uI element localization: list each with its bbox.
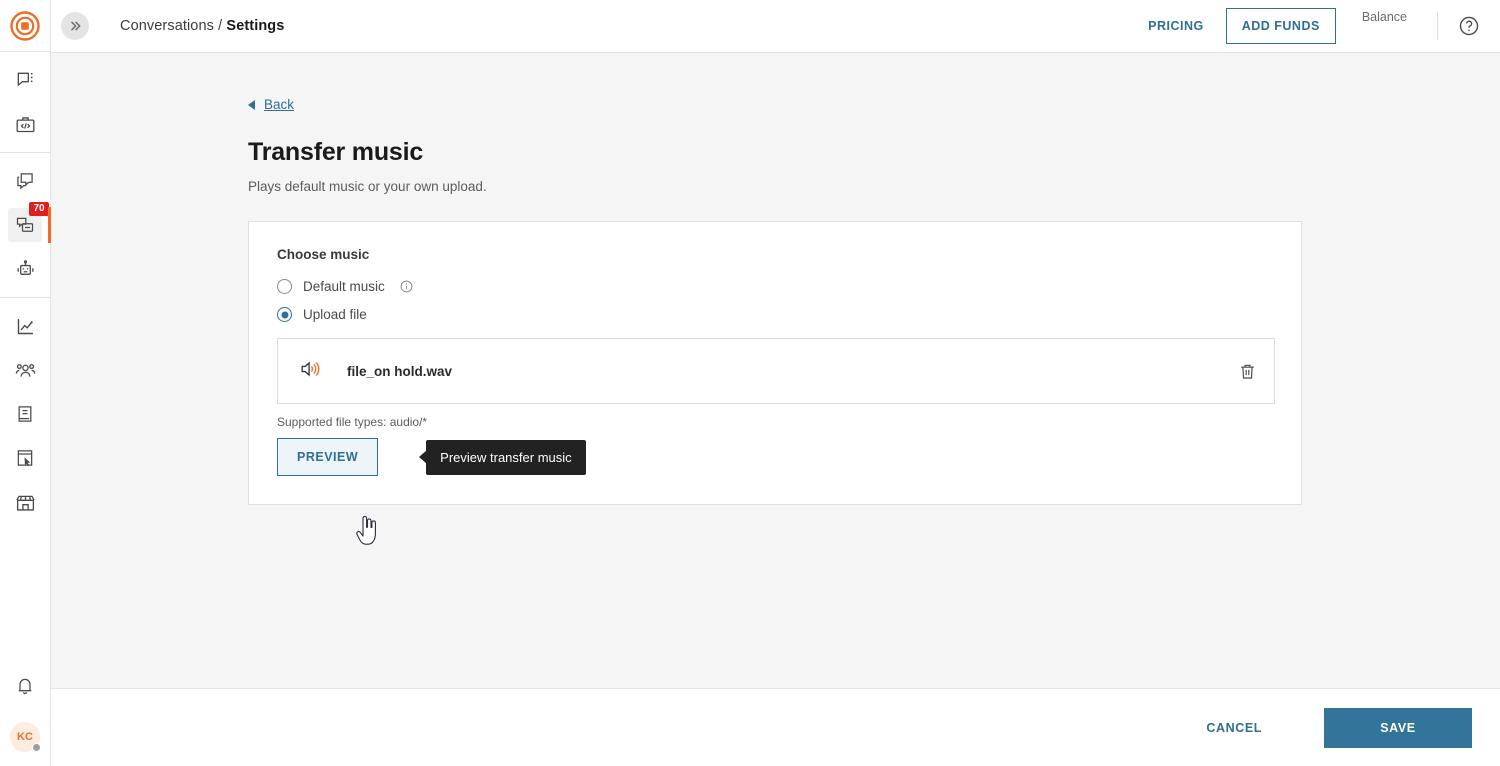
radio-option-upload-file[interactable]: Upload file [277,307,1273,322]
choose-music-card: Choose music Default music Upload fi [248,221,1302,505]
sidebar-item-analytics[interactable] [8,309,42,343]
briefcase-code-icon [15,114,36,135]
inbox-badge: 70 [29,202,49,216]
sidebar-item-contacts[interactable] [8,353,42,387]
storefront-icon [15,492,36,513]
triangle-left-icon [248,100,255,110]
users-group-icon [15,360,36,381]
info-circle-icon[interactable] [400,280,413,293]
sidebar-item-marketplace[interactable] [8,485,42,519]
top-bar-divider [1437,12,1438,40]
app-root: 70 [0,0,1500,766]
bell-icon [15,676,35,696]
sidebar-group-3 [8,298,42,530]
supported-file-types: Supported file types: audio/* [277,415,1273,429]
page-content: Back Transfer music Plays default music … [51,53,1500,505]
sidebar-item-conversations[interactable] [8,63,42,97]
trash-icon [1238,362,1257,381]
inbox-message-icon [15,215,35,235]
sidebar-item-knowledge-base[interactable] [8,397,42,431]
sidebar-item-inbox[interactable]: 70 [8,208,42,242]
back-link-label: Back [264,97,294,112]
left-sidebar: 70 [0,0,51,766]
help-button[interactable] [1458,15,1480,37]
uploaded-file-name: file_on hold.wav [347,364,452,379]
radio-upload-file[interactable] [277,307,292,322]
radio-upload-file-label: Upload file [303,307,367,322]
pricing-button[interactable]: PRICING [1134,19,1218,33]
preview-row: PREVIEW Preview transfer music [277,438,1273,476]
sidebar-collapse-button[interactable] [61,12,89,40]
sidebar-group-1 [8,52,42,152]
question-mark-circle-icon [1458,15,1480,37]
pointer-hand-icon [354,516,380,548]
sidebar-bottom: KC [8,664,42,766]
book-icon [15,404,35,424]
back-link[interactable]: Back [248,97,318,112]
add-funds-button[interactable]: ADD FUNDS [1226,8,1336,44]
balance-label: Balance [1362,10,1407,24]
breadcrumb-current: Settings [226,18,284,34]
avatar-initials: KC [17,731,33,743]
analytics-chart-icon [15,316,36,337]
chevron-double-right-icon [68,19,82,33]
radio-default-music[interactable] [277,279,292,294]
speaker-sound-icon [299,358,321,385]
page-footer: CANCEL SAVE [51,688,1500,766]
breadcrumb: Conversations / Settings [120,18,284,34]
target-circle-logo-icon [10,11,40,41]
status-dot [32,743,41,752]
breadcrumb-parent[interactable]: Conversations [120,18,214,34]
page-body: Back Transfer music Plays default music … [51,53,1500,688]
radio-default-music-label: Default music [303,279,385,294]
choose-music-label: Choose music [277,247,1273,262]
sidebar-item-campaigns[interactable] [8,441,42,475]
chat-bubble-dots-icon [15,70,35,90]
notifications-button[interactable] [8,669,42,703]
cancel-button[interactable]: CANCEL [1188,709,1280,747]
preview-button[interactable]: PREVIEW [277,438,378,476]
app-logo[interactable] [10,11,40,41]
top-bar: Conversations / Settings PRICING ADD FUN… [51,0,1500,53]
preview-tooltip: Preview transfer music [426,440,585,475]
radio-option-default-music[interactable]: Default music [277,279,1273,294]
mouse-cursor [354,516,380,553]
delete-file-button[interactable] [1238,362,1257,381]
sidebar-item-bots[interactable] [8,252,42,286]
page-subtitle: Plays default music or your own upload. [248,179,1500,194]
uploaded-file-row: file_on hold.wav [277,338,1275,404]
sidebar-item-messaging[interactable] [8,164,42,198]
breadcrumb-separator: / [218,18,222,34]
top-bar-actions: PRICING ADD FUNDS Balance [1134,8,1500,44]
flag-pointer-icon [15,448,35,468]
robot-icon [15,259,36,280]
user-avatar[interactable]: KC [10,722,40,752]
save-button[interactable]: SAVE [1324,708,1472,748]
sidebar-group-2: 70 [8,153,42,297]
chat-copy-icon [15,171,35,191]
page-title: Transfer music [248,138,1500,167]
sidebar-item-developer-tools[interactable] [8,107,42,141]
